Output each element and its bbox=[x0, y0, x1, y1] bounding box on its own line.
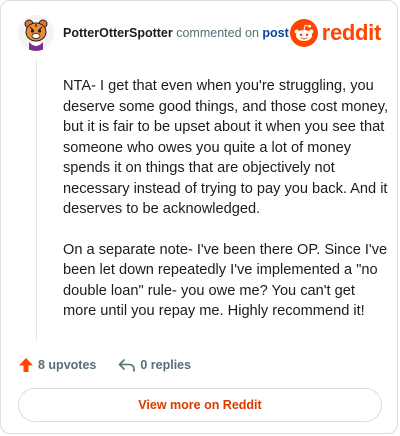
comment-paragraph: NTA- I get that even when you're struggl… bbox=[63, 78, 389, 217]
reddit-snoo-icon bbox=[289, 19, 318, 47]
comment-actions: 8 upvotes 0 replies bbox=[18, 355, 191, 375]
comment-header: PotterOtterSpotter commented on post bbox=[63, 26, 289, 40]
reddit-logo[interactable]: reddit bbox=[289, 19, 382, 47]
reply-arrow-icon bbox=[119, 359, 136, 372]
post-link[interactable]: post bbox=[262, 26, 288, 40]
username-link[interactable]: PotterOtterSpotter bbox=[63, 26, 173, 40]
reddit-wordmark: reddit bbox=[321, 20, 382, 45]
tiger-avatar-icon[interactable] bbox=[18, 15, 54, 51]
upvotes-button[interactable]: 8 upvotes bbox=[18, 357, 96, 373]
comment-body: NTA- I get that even when you're struggl… bbox=[63, 76, 389, 342]
replies-count: 0 replies bbox=[140, 358, 192, 372]
upvote-arrow-icon bbox=[19, 358, 33, 372]
view-more-button[interactable]: View more on Reddit bbox=[18, 388, 382, 422]
action-text: commented on bbox=[176, 26, 259, 40]
upvotes-count: 8 upvotes bbox=[38, 358, 97, 372]
comment-paragraph: On a separate note- I've been there OP. … bbox=[63, 241, 388, 320]
embedded-comment-card: PotterOtterSpotter commented on post red… bbox=[0, 0, 398, 434]
thread-line bbox=[36, 59, 37, 341]
replies-button[interactable]: 0 replies bbox=[118, 357, 191, 373]
